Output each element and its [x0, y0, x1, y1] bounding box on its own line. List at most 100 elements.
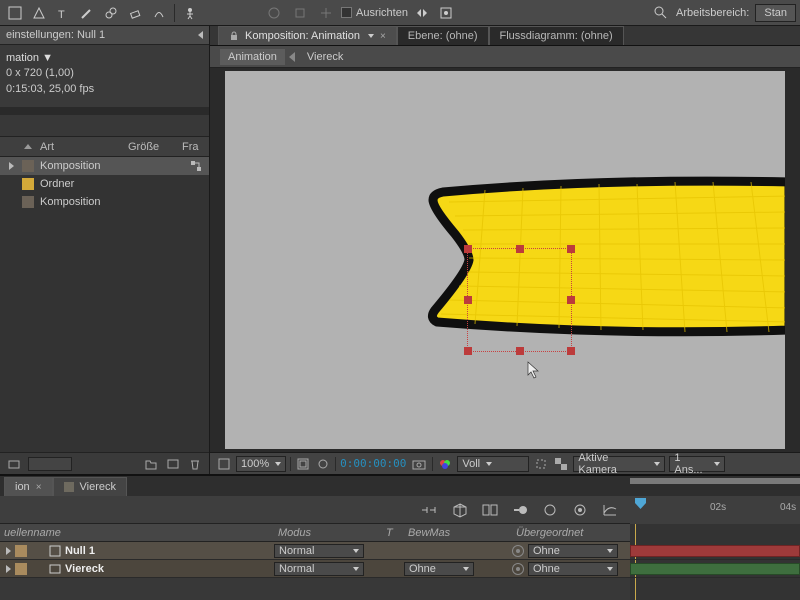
clone-tool-icon[interactable] [100, 2, 122, 24]
roto-tool-icon[interactable] [148, 2, 170, 24]
close-icon[interactable]: × [380, 31, 386, 42]
parent-dropdown[interactable]: Ohne [528, 562, 618, 576]
pen-tool-icon[interactable] [28, 2, 50, 24]
work-area-bar[interactable] [630, 478, 800, 484]
handle-tr[interactable] [567, 245, 575, 253]
canvas[interactable] [225, 71, 785, 449]
col-source[interactable]: uellenname [0, 527, 274, 539]
mask-toggle-icon[interactable] [315, 456, 331, 472]
trash-icon[interactable] [187, 456, 203, 472]
interpret-icon[interactable] [6, 456, 22, 472]
layer-name[interactable]: Viereck [65, 563, 104, 575]
tab-composition[interactable]: Komposition: Animation × [218, 26, 397, 45]
safezones-icon[interactable] [295, 456, 311, 472]
layer-bar[interactable] [630, 563, 800, 575]
graph-icon[interactable] [600, 500, 620, 520]
col-mode[interactable]: Modus [274, 527, 382, 539]
brainstorm-icon[interactable] [540, 500, 560, 520]
sort-triangle-icon[interactable] [24, 144, 32, 149]
mode-dropdown[interactable]: Normal [274, 562, 364, 576]
current-time[interactable]: 0:00:00:00 [340, 457, 406, 470]
tl-tab-viereck[interactable]: Viereck [53, 477, 127, 496]
project-search-bar[interactable] [0, 115, 209, 137]
splitter[interactable] [0, 107, 209, 115]
layer-color-chip[interactable] [15, 545, 27, 557]
text-tool-icon[interactable]: T [52, 2, 74, 24]
handle-bl[interactable] [464, 347, 472, 355]
bew-dropdown[interactable]: Ohne [404, 562, 474, 576]
project-item[interactable]: Ordner [0, 175, 209, 193]
null-selection-box[interactable] [467, 248, 572, 352]
resolution-dropdown[interactable]: Voll [457, 456, 529, 472]
layer-bar[interactable] [630, 545, 800, 557]
zoom-dropdown[interactable]: 100% [236, 456, 286, 472]
workspace-dropdown[interactable]: Stan [755, 4, 796, 22]
always-preview-icon[interactable] [216, 456, 232, 472]
mode-dropdown[interactable]: Normal [274, 544, 364, 558]
layer-color-chip[interactable] [15, 563, 27, 575]
expand-icon[interactable] [6, 547, 11, 555]
col-parent[interactable]: Übergeordnet [512, 527, 622, 539]
viewer[interactable] [210, 68, 800, 452]
pickwhip-icon[interactable] [512, 563, 524, 575]
puppet-tool-icon[interactable] [179, 2, 201, 24]
track-row[interactable] [630, 542, 800, 560]
track-row[interactable] [630, 560, 800, 578]
snap-collision-icon[interactable] [412, 3, 432, 23]
eraser-tool-icon[interactable] [124, 2, 146, 24]
camera-dropdown[interactable]: Aktive Kamera [573, 456, 665, 472]
layer-name[interactable]: Null 1 [65, 545, 95, 557]
snap-tool-c-icon[interactable] [315, 2, 337, 24]
handle-ml[interactable] [464, 296, 472, 304]
chevron-down-icon[interactable] [368, 34, 374, 38]
track-area[interactable] [630, 524, 800, 600]
crumb-viereck[interactable]: Viereck [299, 49, 351, 65]
brush-tool-icon[interactable] [76, 2, 98, 24]
handle-bm[interactable] [516, 347, 524, 355]
parent-dropdown[interactable]: Ohne [528, 544, 618, 558]
bpp-dropdown[interactable] [28, 457, 72, 471]
snap-tool-b-icon[interactable] [289, 2, 311, 24]
handle-tm[interactable] [516, 245, 524, 253]
expand-icon[interactable] [6, 565, 11, 573]
transparency-icon[interactable] [553, 456, 569, 472]
viewer-footer: 100% 0:00:00:00 Voll Aktive Kamera 1 Ans… [210, 452, 800, 474]
col-bewmas[interactable]: BewMas [404, 527, 512, 539]
frameblend-icon[interactable] [480, 500, 500, 520]
col-fr[interactable]: Fra [182, 141, 208, 153]
channel-icon[interactable] [437, 456, 453, 472]
tab-layer[interactable]: Ebene: (ohne) [397, 26, 489, 45]
selection-tool-icon[interactable] [4, 2, 26, 24]
handle-mr[interactable] [567, 296, 575, 304]
snap-bounds-icon[interactable] [436, 3, 456, 23]
autokey-icon[interactable] [570, 500, 590, 520]
project-item[interactable]: Komposition [0, 157, 209, 175]
flowchart-icon[interactable] [189, 159, 203, 173]
shy-icon[interactable] [420, 500, 440, 520]
search-icon[interactable] [652, 4, 670, 22]
motionblur-icon[interactable] [510, 500, 530, 520]
roi-icon[interactable] [533, 456, 549, 472]
handle-br[interactable] [567, 347, 575, 355]
new-folder-icon[interactable] [143, 456, 159, 472]
crumb-animation[interactable]: Animation [220, 49, 285, 65]
snapshot-icon[interactable] [410, 456, 428, 472]
col-t[interactable]: T [382, 527, 404, 539]
cti-head-icon[interactable] [635, 498, 646, 509]
tl-tab-ion[interactable]: ion× [4, 477, 53, 496]
snap-checkbox[interactable] [341, 7, 352, 18]
handle-tl[interactable] [464, 245, 472, 253]
snap-tool-a-icon[interactable] [263, 2, 285, 24]
pickwhip-icon[interactable] [512, 545, 524, 557]
timeline-ruler[interactable]: 02s 04s [630, 496, 800, 524]
project-item[interactable]: Komposition [0, 193, 209, 211]
expand-icon[interactable] [6, 162, 16, 170]
panel-close-icon[interactable] [198, 31, 203, 39]
views-dropdown[interactable]: 1 Ans... [669, 456, 725, 472]
close-icon[interactable]: × [36, 482, 42, 493]
col-size[interactable]: Größe [128, 141, 178, 153]
new-comp-icon[interactable] [165, 456, 181, 472]
col-name[interactable]: Art [40, 141, 124, 153]
tab-flowchart[interactable]: Flussdiagramm: (ohne) [489, 26, 624, 45]
draft3d-icon[interactable] [450, 500, 470, 520]
